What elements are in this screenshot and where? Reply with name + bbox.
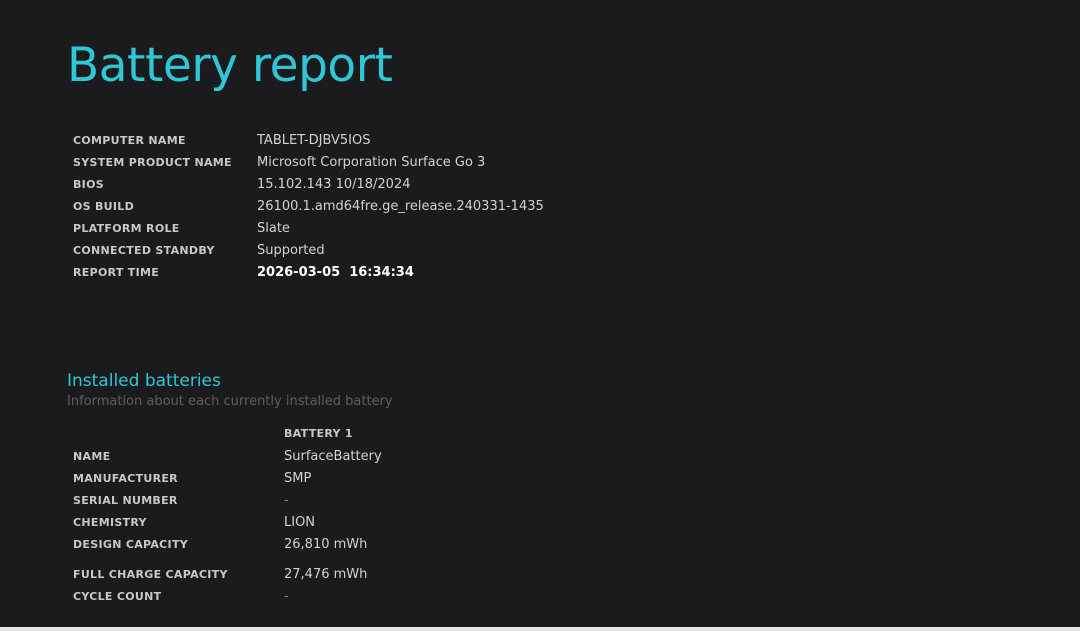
battery-value: 27,476 mWh xyxy=(284,566,368,582)
battery-label: MANUFACTURER xyxy=(73,471,178,485)
page-title: Battery report xyxy=(67,38,393,93)
info-value: Slate xyxy=(257,220,290,236)
battery-value: - xyxy=(284,588,289,604)
info-label: CONNECTED STANDBY xyxy=(73,243,215,257)
info-label: COMPUTER NAME xyxy=(73,133,186,147)
battery-row-chemistry: CHEMISTRY LION xyxy=(73,511,382,533)
battery-value: LION xyxy=(284,514,316,530)
info-label: PLATFORM ROLE xyxy=(73,221,180,235)
battery-report-page: Battery report COMPUTER NAME TABLET-DJBV… xyxy=(0,0,1080,631)
battery-value: SurfaceBattery xyxy=(284,448,382,464)
info-value: 26100.1.amd64fre.ge_release.240331-1435 xyxy=(257,198,544,214)
info-value: TABLET-DJBV5IOS xyxy=(257,132,371,148)
battery-label: DESIGN CAPACITY xyxy=(73,537,189,551)
battery-value: SMP xyxy=(284,470,312,486)
info-row-platform-role: PLATFORM ROLE Slate xyxy=(73,217,544,239)
window-bottom-edge xyxy=(0,627,1080,631)
info-row-computer-name: COMPUTER NAME TABLET-DJBV5IOS xyxy=(73,129,544,151)
battery-table: NAME SurfaceBattery MANUFACTURER SMP SER… xyxy=(73,445,382,607)
installed-batteries-heading: Installed batteries xyxy=(67,371,221,391)
info-row-report-time: REPORT TIME 2026-03-05 16:34:34 xyxy=(73,261,544,283)
info-row-connected-standby: CONNECTED STANDBY Supported xyxy=(73,239,544,261)
battery-label: NAME xyxy=(73,449,111,463)
battery-row-cycle-count: CYCLE COUNT - xyxy=(73,585,382,607)
info-label: OS BUILD xyxy=(73,199,135,213)
battery-row-name: NAME SurfaceBattery xyxy=(73,445,382,467)
battery-column-header: BATTERY 1 xyxy=(284,427,353,440)
info-row-system-product-name: SYSTEM PRODUCT NAME Microsoft Corporatio… xyxy=(73,151,544,173)
info-value: 2026-03-05 16:34:34 xyxy=(257,264,414,280)
battery-row-serial-number: SERIAL NUMBER - xyxy=(73,489,382,511)
system-info-table: COMPUTER NAME TABLET-DJBV5IOS SYSTEM PRO… xyxy=(73,129,544,283)
battery-label: CYCLE COUNT xyxy=(73,589,162,603)
info-row-os-build: OS BUILD 26100.1.amd64fre.ge_release.240… xyxy=(73,195,544,217)
battery-label: CHEMISTRY xyxy=(73,515,147,529)
battery-row-design-capacity: DESIGN CAPACITY 26,810 mWh xyxy=(73,533,382,555)
battery-row-full-charge-capacity: FULL CHARGE CAPACITY 27,476 mWh xyxy=(73,555,382,585)
installed-batteries-subheading: Information about each currently install… xyxy=(67,394,393,409)
battery-value: 26,810 mWh xyxy=(284,536,368,552)
info-value: Microsoft Corporation Surface Go 3 xyxy=(257,154,486,170)
info-row-bios: BIOS 15.102.143 10/18/2024 xyxy=(73,173,544,195)
battery-row-manufacturer: MANUFACTURER SMP xyxy=(73,467,382,489)
battery-label: FULL CHARGE CAPACITY xyxy=(73,567,228,581)
info-label: REPORT TIME xyxy=(73,265,160,279)
info-value: Supported xyxy=(257,242,325,258)
info-value: 15.102.143 10/18/2024 xyxy=(257,176,411,192)
info-label: SYSTEM PRODUCT NAME xyxy=(73,155,232,169)
battery-value: - xyxy=(284,492,289,508)
info-label: BIOS xyxy=(73,177,104,191)
battery-label: SERIAL NUMBER xyxy=(73,493,178,507)
